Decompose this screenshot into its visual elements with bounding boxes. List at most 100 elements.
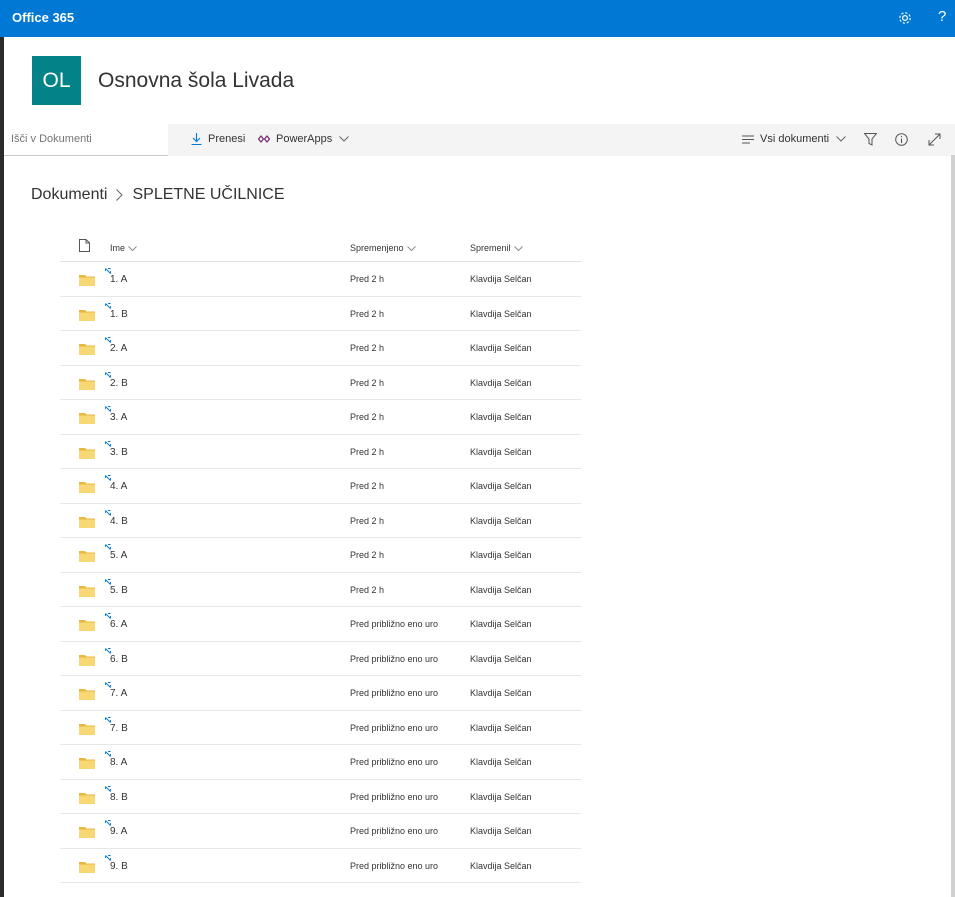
download-button[interactable]: Prenesi [191,133,245,145]
item-name[interactable]: 3. B [110,447,128,458]
folder-icon [79,413,95,424]
chevron-down-icon [513,245,523,251]
table-row[interactable]: 2. A Pred 2 h Klavdija Selčan [60,331,581,366]
site-title[interactable]: Osnovna šola Livada [98,69,294,93]
item-name[interactable]: 1. A [110,274,127,285]
item-modified: Pred 2 h [350,377,385,388]
breadcrumb-root[interactable]: Dokumenti [31,186,107,204]
item-modified-by[interactable]: Klavdija Selčan [470,826,532,836]
table-row[interactable]: 5. B Pred 2 h Klavdija Selčan [60,573,581,607]
column-header-name[interactable]: Ime [110,243,137,253]
powerapps-button[interactable]: PowerApps [258,133,355,145]
item-modified-by[interactable]: Klavdija Selčan [470,688,532,698]
folder-icon [79,275,95,286]
item-name[interactable]: 9. B [110,861,128,872]
item-modified-by[interactable]: Klavdija Selčan [470,412,532,422]
chevron-down-icon [339,136,350,142]
expand-icon[interactable] [928,133,941,146]
powerapps-icon [258,135,270,143]
item-name[interactable]: 8. A [110,757,127,768]
table-row[interactable]: 9. B Pred približno eno uro Klavdija Selča… [60,849,581,883]
table-row[interactable]: 3. A Pred 2 h Klavdija Selčan [60,400,581,435]
item-name[interactable]: 7. B [110,723,128,734]
search-box[interactable] [4,124,168,156]
column-header-modified[interactable]: Spremenjeno [350,243,416,253]
site-logo[interactable]: OL [32,56,81,105]
folder-icon [79,689,95,700]
info-icon[interactable] [895,133,908,146]
item-modified-by[interactable]: Klavdija Selčan [470,550,532,560]
app-launcher-brand[interactable]: Office 365 [12,10,74,25]
item-modified: Pred 2 h [350,515,385,526]
item-modified-by[interactable]: Klavdija Selčan [470,861,532,871]
list-header: Ime Spremenjeno Spremenil [60,228,581,262]
folder-icon [79,516,95,528]
item-modified-by[interactable]: Klavdija Selčan [470,723,532,733]
table-row[interactable]: 3. B Pred 2 h Klavdija Selčan [60,435,581,469]
table-row[interactable]: 9. A Pred približno eno uro Klavdija Selča… [60,814,581,849]
item-modified: Pred približno eno uro [350,860,439,871]
table-row[interactable]: 7. A Pred približno eno uro Klavdija Selča… [60,676,581,711]
item-name[interactable]: 7. A [110,688,127,699]
view-label: Vsi dokumenti [760,133,830,145]
table-row[interactable]: 4. B Pred 2 h Klavdija Selčan [60,504,581,538]
item-modified: Pred približno eno uro [350,619,439,629]
item-name[interactable]: 6. B [110,654,128,665]
table-row[interactable]: 7. B Pred približno eno uro Klavdija Selča… [60,711,581,745]
table-row[interactable]: 1. B Pred 2 h Klavdija Selčan [60,297,581,331]
item-modified-by[interactable]: Klavdija Selčan [470,481,532,491]
folder-icon [79,758,95,769]
item-name[interactable]: 2. B [110,378,128,389]
item-name[interactable]: 4. A [110,481,127,492]
item-modified-by[interactable]: Klavdija Selčan [470,585,532,595]
table-row[interactable]: 2. B Pred 2 h Klavdija Selčan [60,366,581,400]
item-name[interactable]: 8. B [110,792,128,803]
item-name[interactable]: 1. B [110,309,128,320]
item-modified-by[interactable]: Klavdija Selčan [470,274,532,284]
breadcrumb-current: SPLETNE UČILNICE [132,186,285,203]
item-modified-by[interactable]: Klavdija Selčan [470,757,532,767]
search-input[interactable] [11,133,161,145]
item-modified-by[interactable]: Klavdija Selčan [470,516,532,526]
item-modified-by[interactable]: Klavdija Selčan [470,378,532,388]
item-modified-by[interactable]: Klavdija Selčan [470,447,532,457]
folder-icon [79,792,95,804]
chevron-down-icon [836,136,846,142]
table-row[interactable]: 1. A Pred 2 h Klavdija Selčan [60,262,581,297]
item-name[interactable]: 6. A [110,619,127,630]
item-name[interactable]: 9. A [110,826,127,837]
table-row[interactable]: 8. B Pred približno eno uro Klavdija Selča… [60,780,581,814]
item-name[interactable]: 3. A [110,412,127,423]
folder-icon [79,482,95,493]
table-row[interactable]: 6. A Pred približno eno uro Klavdija Selča… [60,607,581,642]
table-row[interactable]: 6. B Pred približno eno uro Klavdija Selča… [60,642,581,676]
item-name[interactable]: 2. A [110,343,127,354]
help-button[interactable]: ? [938,8,946,25]
folder-icon [79,827,95,838]
filter-icon[interactable] [864,133,877,146]
item-modified-by[interactable]: Klavdija Selčan [470,619,532,629]
item-name[interactable]: 5. A [110,550,127,561]
view-selector[interactable]: Vsi dokumenti [742,133,852,145]
column-header-modified-by[interactable]: Spremenil [470,243,523,253]
folder-icon [79,309,95,321]
folder-icon [79,723,95,735]
table-row[interactable]: 4. A Pred 2 h Klavdija Selčan [60,469,581,504]
item-modified-by[interactable]: Klavdija Selčan [470,654,532,664]
item-modified: Pred približno eno uro [350,791,439,802]
item-name[interactable]: 5. B [110,585,128,596]
table-row[interactable]: 5. A Pred 2 h Klavdija Selčan [60,538,581,573]
powerapps-label: PowerApps [276,133,333,145]
gear-icon[interactable] [897,10,913,26]
file-type-icon[interactable] [79,239,90,252]
list-body: 1. A Pred 2 h Klavdija Selčan 1. B Pred 2 h K… [60,262,581,883]
item-modified: Pred 2 h [350,412,385,422]
scrollbar-track[interactable] [951,155,955,897]
item-modified-by[interactable]: Klavdija Selčan [470,309,532,319]
item-name[interactable]: 4. B [110,516,128,527]
table-row[interactable]: 8. A Pred približno eno uro Klavdija Selča… [60,745,581,780]
item-modified-by[interactable]: Klavdija Selčan [470,792,532,802]
view-list-icon [742,135,754,143]
item-modified-by[interactable]: Klavdija Selčan [470,343,532,353]
item-modified: Pred 2 h [350,481,385,491]
